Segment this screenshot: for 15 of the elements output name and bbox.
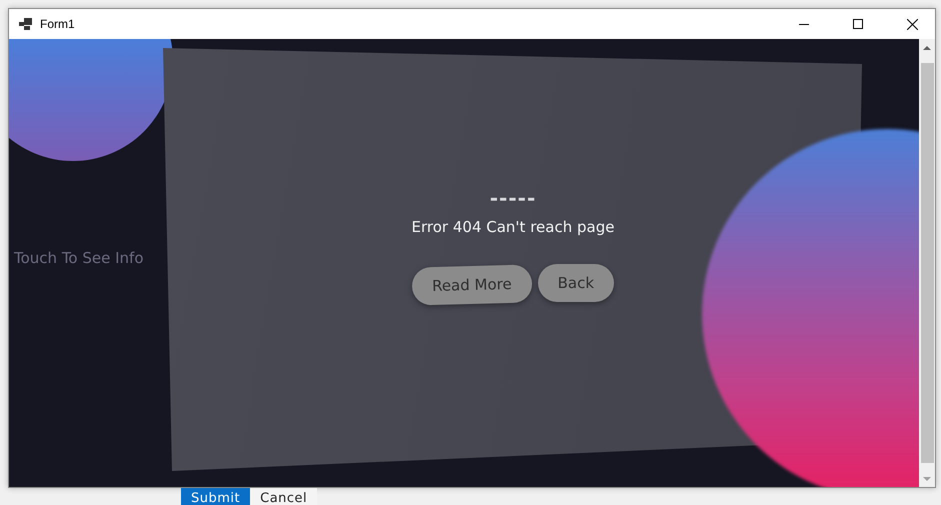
window-title: Form1 <box>40 17 75 31</box>
cancel-button[interactable]: Cancel <box>250 488 318 505</box>
error-message: Error 404 Can't reach page <box>412 218 614 236</box>
close-icon <box>906 18 918 30</box>
dash-line: ----- <box>490 188 536 208</box>
app-icon <box>19 18 32 30</box>
submit-button[interactable]: Submit <box>181 488 250 505</box>
down-arrow-icon <box>923 476 931 480</box>
maximize-icon <box>853 19 863 29</box>
read-more-button[interactable]: Read More <box>412 264 532 306</box>
scroll-thumb[interactable] <box>920 63 934 463</box>
scrollbar[interactable] <box>919 39 935 487</box>
info-label: Touch To See Info <box>14 249 144 267</box>
up-arrow-icon <box>923 46 931 50</box>
back-button[interactable]: Back <box>538 264 614 302</box>
